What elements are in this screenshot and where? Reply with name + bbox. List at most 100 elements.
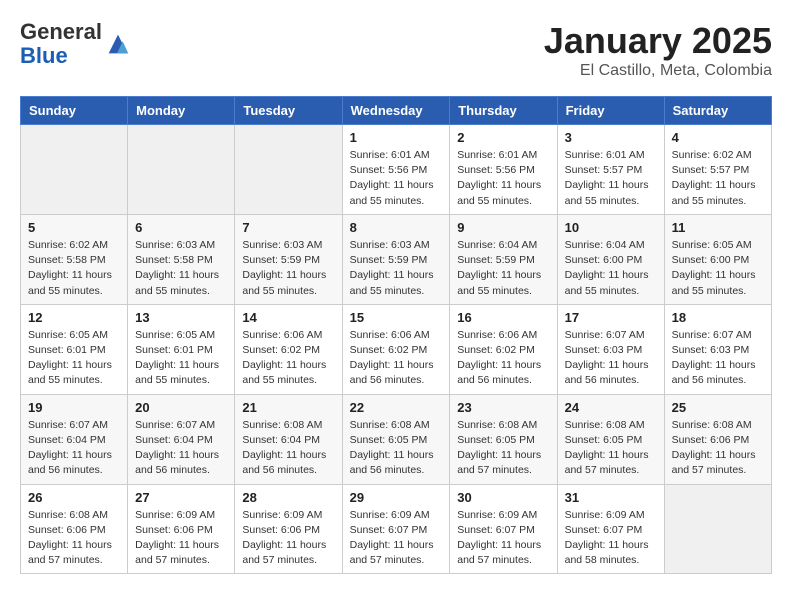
calendar-cell: 21Sunrise: 6:08 AMSunset: 6:04 PMDayligh… xyxy=(235,394,342,484)
day-info: Sunrise: 6:06 AMSunset: 6:02 PMDaylight:… xyxy=(242,328,334,389)
calendar-cell: 31 Sunrise: 6:09 AMSunset: 6:07 PMDayligh… xyxy=(557,484,664,574)
day-number: 9 xyxy=(457,220,549,235)
calendar-cell: 10 Sunrise: 6:04 AMSunset: 6:00 PMDayligh… xyxy=(557,214,664,304)
day-number: 27 xyxy=(135,490,227,505)
calendar-cell: 6 Sunrise: 6:03 AMSunset: 5:58 PMDaylight… xyxy=(128,214,235,304)
day-number: 10 xyxy=(565,220,657,235)
day-number: 19 xyxy=(28,400,120,415)
calendar-week-row: 19 Sunrise: 6:07 AMSunset: 6:04 PMDayligh… xyxy=(21,394,772,484)
day-info: Sunrise: 6:04 AMSunset: 5:59 PMDaylight:… xyxy=(457,238,549,299)
title-block: January 2025 El Castillo, Meta, Colombia xyxy=(544,20,772,80)
weekday-header: Monday xyxy=(128,97,235,125)
calendar-cell: 18Sunrise: 6:07 AMSunset: 6:03 PMDayligh… xyxy=(664,304,771,394)
calendar-cell: 30 Sunrise: 6:09 AMSunset: 6:07 PMDayligh… xyxy=(450,484,557,574)
day-info: Sunrise: 6:09 AMSunset: 6:06 PMDaylight:… xyxy=(135,508,227,569)
calendar-week-row: 12 Sunrise: 6:05 AMSunset: 6:01 PMDayligh… xyxy=(21,304,772,394)
month-title: January 2025 xyxy=(544,20,772,62)
calendar-week-row: 1 Sunrise: 6:01 AMSunset: 5:56 PMDaylight… xyxy=(21,125,772,215)
day-number: 30 xyxy=(457,490,549,505)
calendar-header-row: SundayMondayTuesdayWednesdayThursdayFrid… xyxy=(21,97,772,125)
day-number: 4 xyxy=(672,130,764,145)
calendar-cell: 8 Sunrise: 6:03 AMSunset: 5:59 PMDaylight… xyxy=(342,214,450,304)
calendar-cell: 20 Sunrise: 6:07 AMSunset: 6:04 PMDayligh… xyxy=(128,394,235,484)
day-number: 16 xyxy=(457,310,549,325)
day-number: 18 xyxy=(672,310,764,325)
day-info: Sunrise: 6:09 AMSunset: 6:07 PMDaylight:… xyxy=(565,508,657,569)
day-number: 15 xyxy=(350,310,443,325)
calendar-cell: 19 Sunrise: 6:07 AMSunset: 6:04 PMDayligh… xyxy=(21,394,128,484)
calendar-cell: 24Sunrise: 6:08 AMSunset: 6:05 PMDayligh… xyxy=(557,394,664,484)
day-number: 12 xyxy=(28,310,120,325)
calendar-cell: 9 Sunrise: 6:04 AMSunset: 5:59 PMDaylight… xyxy=(450,214,557,304)
day-number: 11 xyxy=(672,220,764,235)
day-info: Sunrise: 6:08 AMSunset: 6:05 PMDaylight:… xyxy=(457,418,549,479)
day-number: 20 xyxy=(135,400,227,415)
day-number: 21 xyxy=(242,400,334,415)
day-info: Sunrise: 6:09 AMSunset: 6:07 PMDaylight:… xyxy=(457,508,549,569)
calendar-cell xyxy=(664,484,771,574)
calendar-cell: 17 Sunrise: 6:07 AMSunset: 6:03 PMDayligh… xyxy=(557,304,664,394)
day-info: Sunrise: 6:06 AMSunset: 6:02 PMDaylight:… xyxy=(350,328,443,389)
logo-blue: Blue xyxy=(20,43,68,68)
day-info: Sunrise: 6:04 AMSunset: 6:00 PMDaylight:… xyxy=(565,238,657,299)
day-info: Sunrise: 6:09 AMSunset: 6:06 PMDaylight:… xyxy=(242,508,334,569)
day-info: Sunrise: 6:03 AMSunset: 5:59 PMDaylight:… xyxy=(350,238,443,299)
day-info: Sunrise: 6:05 AMSunset: 6:01 PMDaylight:… xyxy=(28,328,120,389)
calendar-cell: 15 Sunrise: 6:06 AMSunset: 6:02 PMDayligh… xyxy=(342,304,450,394)
day-number: 26 xyxy=(28,490,120,505)
page-header: General Blue January 2025 El Castillo, M… xyxy=(20,20,772,80)
day-info: Sunrise: 6:01 AMSunset: 5:56 PMDaylight:… xyxy=(350,148,443,209)
day-info: Sunrise: 6:08 AMSunset: 6:05 PMDaylight:… xyxy=(350,418,443,479)
day-info: Sunrise: 6:07 AMSunset: 6:04 PMDaylight:… xyxy=(28,418,120,479)
calendar-week-row: 26 Sunrise: 6:08 AMSunset: 6:06 PMDayligh… xyxy=(21,484,772,574)
day-number: 13 xyxy=(135,310,227,325)
day-number: 5 xyxy=(28,220,120,235)
calendar-table: SundayMondayTuesdayWednesdayThursdayFrid… xyxy=(20,96,772,574)
day-number: 17 xyxy=(565,310,657,325)
day-info: Sunrise: 6:05 AMSunset: 6:00 PMDaylight:… xyxy=(672,238,764,299)
day-number: 22 xyxy=(350,400,443,415)
weekday-header: Friday xyxy=(557,97,664,125)
day-number: 6 xyxy=(135,220,227,235)
day-info: Sunrise: 6:01 AMSunset: 5:56 PMDaylight:… xyxy=(457,148,549,209)
day-info: Sunrise: 6:06 AMSunset: 6:02 PMDaylight:… xyxy=(457,328,549,389)
day-info: Sunrise: 6:08 AMSunset: 6:06 PMDaylight:… xyxy=(672,418,764,479)
location-title: El Castillo, Meta, Colombia xyxy=(544,62,772,80)
weekday-header: Tuesday xyxy=(235,97,342,125)
day-info: Sunrise: 6:09 AMSunset: 6:07 PMDaylight:… xyxy=(350,508,443,569)
weekday-header: Sunday xyxy=(21,97,128,125)
day-number: 8 xyxy=(350,220,443,235)
weekday-header: Wednesday xyxy=(342,97,450,125)
day-info: Sunrise: 6:07 AMSunset: 6:03 PMDaylight:… xyxy=(565,328,657,389)
day-number: 1 xyxy=(350,130,443,145)
day-info: Sunrise: 6:02 AMSunset: 5:58 PMDaylight:… xyxy=(28,238,120,299)
day-info: Sunrise: 6:03 AMSunset: 5:59 PMDaylight:… xyxy=(242,238,334,299)
calendar-cell: 4 Sunrise: 6:02 AMSunset: 5:57 PMDaylight… xyxy=(664,125,771,215)
day-number: 25 xyxy=(672,400,764,415)
day-number: 2 xyxy=(457,130,549,145)
day-number: 28 xyxy=(242,490,334,505)
calendar-cell: 23Sunrise: 6:08 AMSunset: 6:05 PMDayligh… xyxy=(450,394,557,484)
calendar-cell: 25 Sunrise: 6:08 AMSunset: 6:06 PMDayligh… xyxy=(664,394,771,484)
logo-icon xyxy=(104,30,132,58)
day-info: Sunrise: 6:02 AMSunset: 5:57 PMDaylight:… xyxy=(672,148,764,209)
calendar-cell: 26 Sunrise: 6:08 AMSunset: 6:06 PMDayligh… xyxy=(21,484,128,574)
logo: General Blue xyxy=(20,20,132,68)
day-number: 7 xyxy=(242,220,334,235)
calendar-cell: 29 Sunrise: 6:09 AMSunset: 6:07 PMDayligh… xyxy=(342,484,450,574)
calendar-cell: 13Sunrise: 6:05 AMSunset: 6:01 PMDayligh… xyxy=(128,304,235,394)
calendar-cell: 2 Sunrise: 6:01 AMSunset: 5:56 PMDaylight… xyxy=(450,125,557,215)
calendar-cell: 14Sunrise: 6:06 AMSunset: 6:02 PMDayligh… xyxy=(235,304,342,394)
calendar-cell: 3Sunrise: 6:01 AMSunset: 5:57 PMDaylight… xyxy=(557,125,664,215)
day-info: Sunrise: 6:07 AMSunset: 6:04 PMDaylight:… xyxy=(135,418,227,479)
calendar-cell: 16 Sunrise: 6:06 AMSunset: 6:02 PMDayligh… xyxy=(450,304,557,394)
day-info: Sunrise: 6:03 AMSunset: 5:58 PMDaylight:… xyxy=(135,238,227,299)
day-number: 29 xyxy=(350,490,443,505)
day-number: 31 xyxy=(565,490,657,505)
calendar-cell xyxy=(128,125,235,215)
weekday-header: Thursday xyxy=(450,97,557,125)
day-number: 24 xyxy=(565,400,657,415)
day-info: Sunrise: 6:08 AMSunset: 6:06 PMDaylight:… xyxy=(28,508,120,569)
logo-general: General xyxy=(20,19,102,44)
day-info: Sunrise: 6:01 AMSunset: 5:57 PMDaylight:… xyxy=(565,148,657,209)
